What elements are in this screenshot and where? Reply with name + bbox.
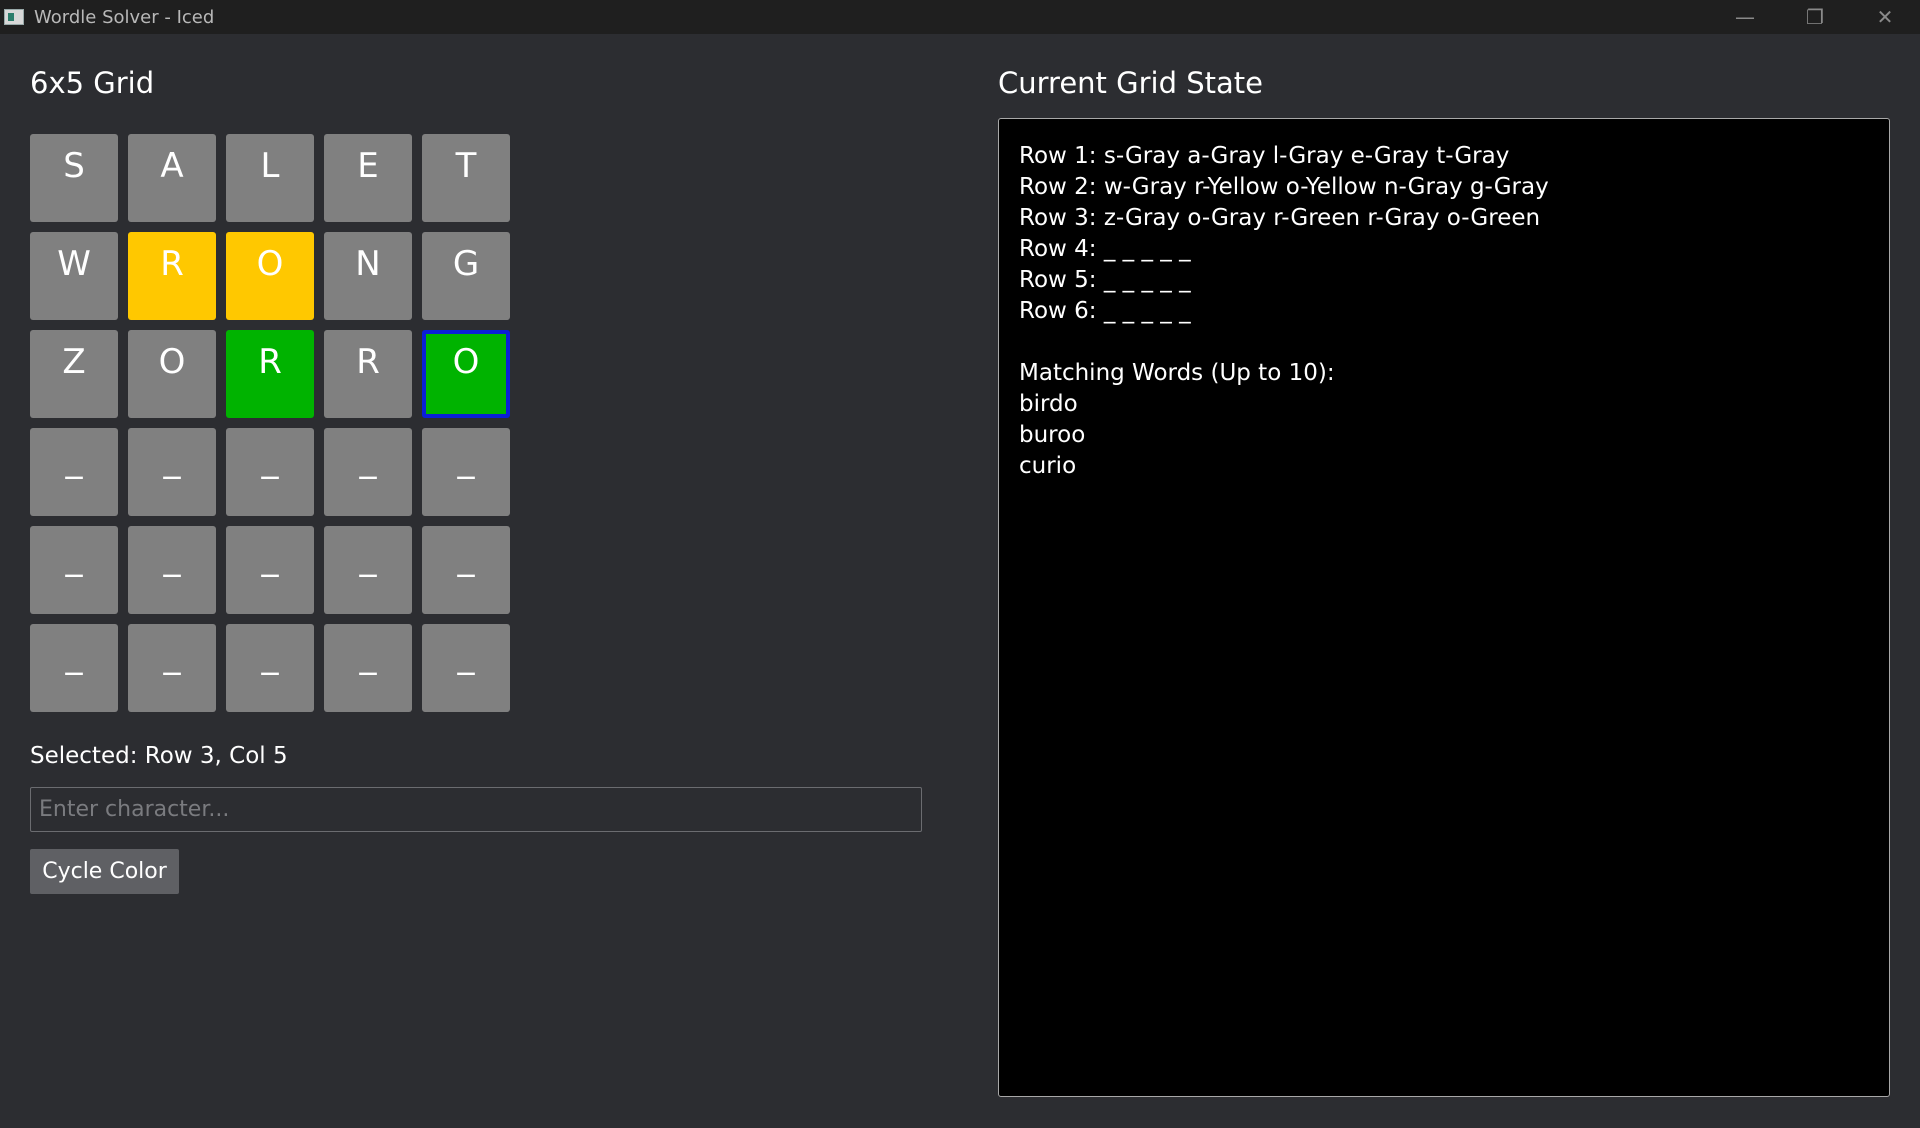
grid-title: 6x5 Grid [30, 66, 155, 100]
state-line: Row 4: _ _ _ _ _ [1019, 236, 1191, 262]
selected-cell-label: Selected: Row 3, Col 5 [30, 743, 288, 769]
grid-cell-r6-c1[interactable]: _ [30, 624, 118, 712]
grid-cell-r3-c3[interactable]: R [226, 330, 314, 418]
grid-cell-r6-c5[interactable]: _ [422, 624, 510, 712]
state-line: Row 2: w-Gray r-Yellow o-Yellow n-Gray g… [1019, 174, 1549, 200]
grid-cell-r3-c1[interactable]: Z [30, 330, 118, 418]
grid-cell-r1-c1[interactable]: S [30, 134, 118, 222]
letter-grid: S A L E T W R O N G Z O R R O _ _ _ _ _ _ _ _ _ _ _ _ _ _ _ [30, 134, 510, 712]
grid-state-panel: Row 1: s-Gray a-Gray l-Gray e-Gray t-Gra… [998, 118, 1890, 1097]
grid-cell-r4-c2[interactable]: _ [128, 428, 216, 516]
title-bar: Wordle Solver - Iced — ❐ ✕ [0, 0, 1920, 34]
window-title: Wordle Solver - Iced [34, 6, 215, 28]
grid-cell-r6-c4[interactable]: _ [324, 624, 412, 712]
grid-state-title: Current Grid State [998, 66, 1263, 100]
maximize-icon[interactable]: ❐ [1780, 0, 1850, 34]
grid-cell-r3-c4[interactable]: R [324, 330, 412, 418]
cycle-color-button[interactable]: Cycle Color [30, 849, 179, 894]
state-line: Row 3: z-Gray o-Gray r-Green r-Gray o-Gr… [1019, 205, 1541, 231]
state-line: Row 6: _ _ _ _ _ [1019, 298, 1191, 324]
grid-cell-r5-c5[interactable]: _ [422, 526, 510, 614]
minimize-icon[interactable]: — [1710, 0, 1780, 34]
grid-cell-r5-c3[interactable]: _ [226, 526, 314, 614]
grid-cell-r6-c2[interactable]: _ [128, 624, 216, 712]
state-line: curio [1019, 453, 1077, 479]
grid-cell-r5-c1[interactable]: _ [30, 526, 118, 614]
close-icon[interactable]: ✕ [1850, 0, 1920, 34]
grid-cell-r2-c2[interactable]: R [128, 232, 216, 320]
grid-cell-r6-c3[interactable]: _ [226, 624, 314, 712]
grid-cell-r1-c4[interactable]: E [324, 134, 412, 222]
grid-cell-r2-c4[interactable]: N [324, 232, 412, 320]
character-input[interactable] [30, 787, 922, 832]
state-line: Row 1: s-Gray a-Gray l-Gray e-Gray t-Gra… [1019, 143, 1510, 169]
grid-cell-r4-c3[interactable]: _ [226, 428, 314, 516]
state-line: buroo [1019, 422, 1086, 448]
grid-cell-r4-c1[interactable]: _ [30, 428, 118, 516]
state-line: Row 5: _ _ _ _ _ [1019, 267, 1191, 293]
grid-cell-r1-c2[interactable]: A [128, 134, 216, 222]
state-line [1019, 327, 1869, 358]
state-line: Matching Words (Up to 10): [1019, 360, 1335, 386]
grid-cell-r5-c2[interactable]: _ [128, 526, 216, 614]
app-icon [4, 9, 24, 25]
window-controls: — ❐ ✕ [1710, 0, 1920, 34]
grid-cell-r3-c2[interactable]: O [128, 330, 216, 418]
grid-cell-r2-c1[interactable]: W [30, 232, 118, 320]
grid-cell-r5-c4[interactable]: _ [324, 526, 412, 614]
grid-cell-r2-c5[interactable]: G [422, 232, 510, 320]
grid-cell-r2-c3[interactable]: O [226, 232, 314, 320]
grid-cell-r4-c4[interactable]: _ [324, 428, 412, 516]
grid-cell-r4-c5[interactable]: _ [422, 428, 510, 516]
grid-cell-r1-c3[interactable]: L [226, 134, 314, 222]
grid-cell-r3-c5[interactable]: O [422, 330, 510, 418]
state-line: birdo [1019, 391, 1078, 417]
grid-cell-r1-c5[interactable]: T [422, 134, 510, 222]
